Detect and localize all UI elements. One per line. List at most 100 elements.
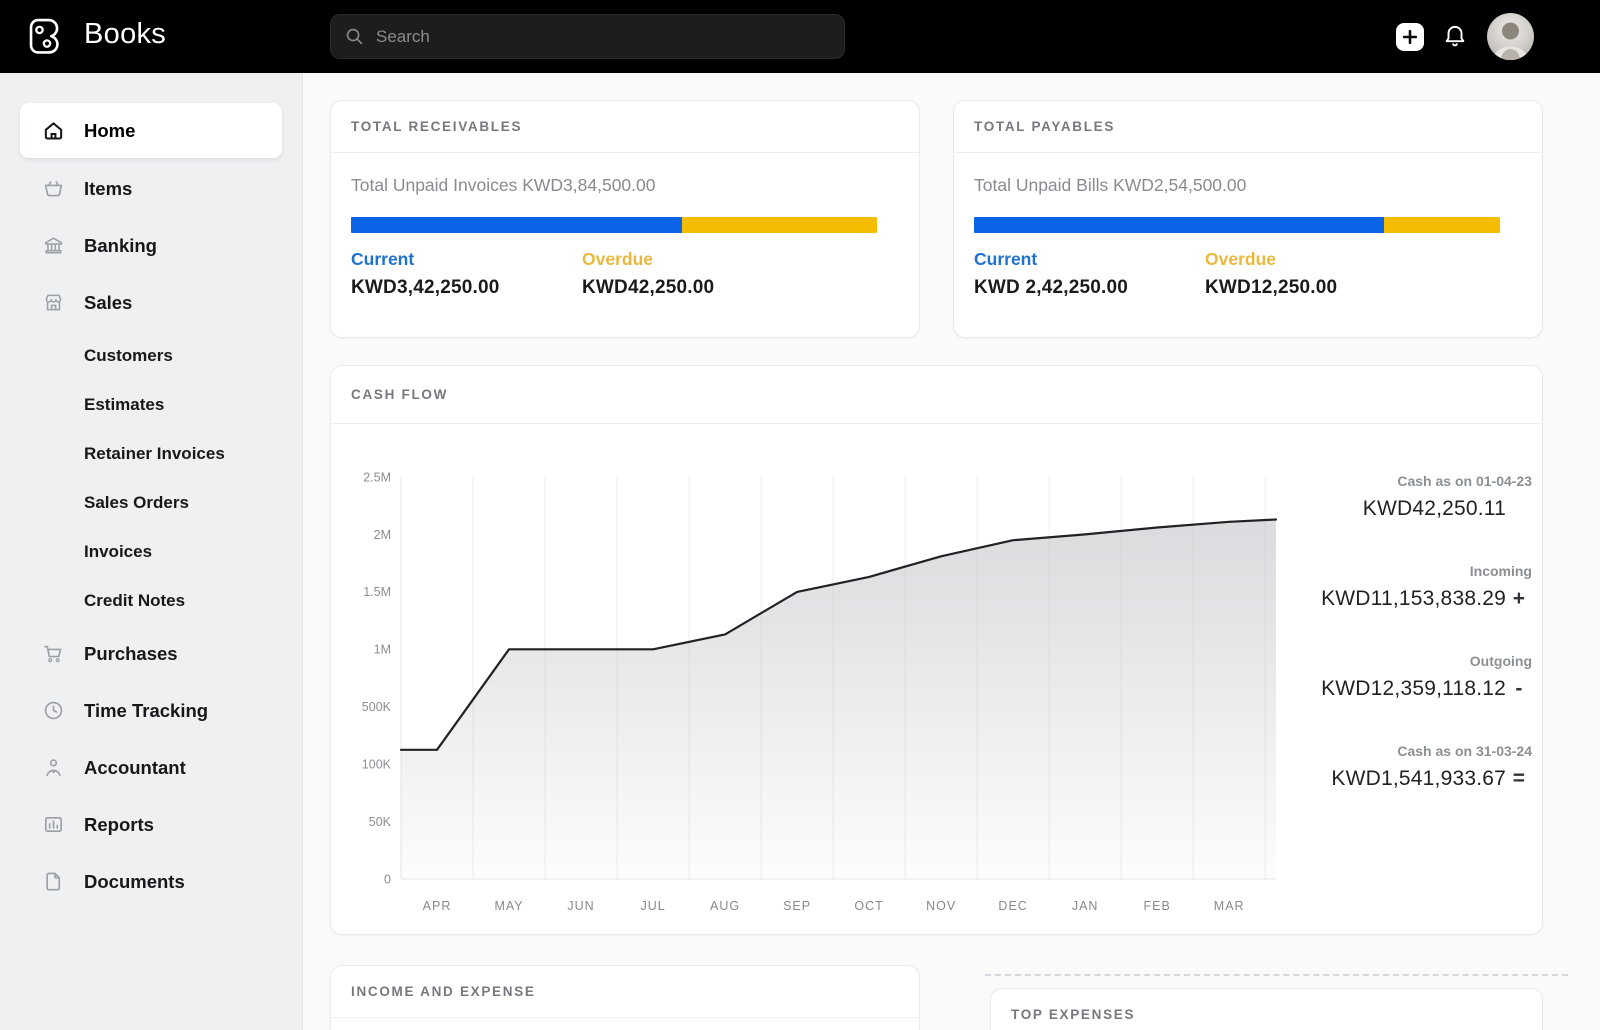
sidebar-item-items[interactable]: Items [0,160,302,217]
stat-value: KWD12,359,118.12- [1270,674,1532,704]
sidebar-item-home[interactable]: Home [20,103,282,158]
receivables-subtitle: Total Unpaid Invoices KWD3,84,500.00 [351,175,656,195]
doc-icon [42,870,65,893]
sidebar-item-label: Home [84,119,136,141]
sidebar-item-customers[interactable]: Customers [0,331,302,380]
payables-body: Total Unpaid Bills KWD2,54,500.00 Curren… [954,153,1542,299]
sidebar-item-label: Time Tracking [84,699,209,721]
sidebar-item-label: Banking [84,234,157,256]
current-value: KWD3,42,250.00 [351,277,500,298]
y-axis-tick-label: 2M [374,528,391,542]
x-axis-month-label: SEP [783,899,811,913]
sidebar-item-label: Estimates [84,394,165,414]
y-axis-tick-label: 1.5M [363,585,391,599]
sidebar-item-label: Reports [84,813,154,835]
stat-label: Outgoing [1469,653,1532,669]
stat-amount: KWD1,541,933.67 [1331,767,1506,790]
sidebar-item-label: Credit Notes [84,590,186,610]
receivables-body: Total Unpaid Invoices KWD3,84,500.00 Cur… [331,153,919,299]
x-axis-month-label: DEC [998,899,1027,913]
y-axis-tick-label: 500K [362,700,392,714]
sidebar-item-reports[interactable]: Reports [0,796,302,853]
payables-subtitle: Total Unpaid Bills KWD2,54,500.00 [974,175,1247,195]
x-axis-month-label: MAR [1214,899,1245,913]
sidebar-item-label: Invoices [84,541,153,561]
overdue-value: KWD42,250.00 [582,277,715,298]
x-axis-month-label: MAY [494,899,523,913]
x-axis-month-label: JUL [640,899,665,913]
stat-value: KWD11,153,838.29 + [1270,584,1532,614]
cash-flow-stat-outgoing: Outgoing KWD12,359,118.12- [1270,651,1532,704]
x-axis-month-label: AUG [710,899,740,913]
user-photo-icon [1493,22,1528,60]
stat-amount: KWD11,153,838.29 [1321,587,1506,610]
overdue-label: Overdue [1205,249,1276,269]
clock-icon [42,699,65,722]
stat-amount: KWD42,250.11 [1362,497,1506,520]
notifications-button[interactable] [1441,23,1469,51]
total-payables-card: TOTAL PAYABLES Total Unpaid Bills KWD2,5… [953,100,1543,338]
person-icon [42,756,65,779]
y-axis-tick-label: 0 [384,872,391,886]
quick-add-button[interactable] [1396,23,1424,51]
cash-flow-stat-cash-as-on-01-04-23: Cash as on 01-04-23 KWD42,250.11 [1270,471,1532,524]
current-label: Current [351,249,415,269]
sidebar-item-label: Documents [84,870,185,892]
top-expenses-card-title: TOP EXPENSES [991,989,1542,1030]
sidebar-item-accountant[interactable]: Accountant [0,739,302,796]
stat-value: KWD42,250.11 [1270,494,1532,524]
sidebar-nav: Home Items Banking Sales Customers Estimates R… [0,73,303,1030]
cash-flow-area [401,519,1276,879]
sidebar-item-invoices[interactable]: Invoices [0,527,302,576]
stat-operator: - [1515,677,1523,700]
overdue-value: KWD12,250.00 [1205,277,1338,298]
x-axis-month-label: APR [423,899,452,913]
sidebar-item-label: Accountant [84,756,186,778]
y-axis-tick-label: 100K [362,758,392,772]
receivables-progress-bar [351,217,877,233]
cash-flow-stats: Cash as on 01-04-23 KWD42,250.11 Incoming K… [1270,471,1532,831]
sidebar-item-time-tracking[interactable]: Time Tracking [0,682,302,739]
sidebar-item-label: Retainer Invoices [84,443,225,463]
income-expense-card: INCOME AND EXPENSE [330,965,920,1030]
search-input[interactable] [330,14,845,59]
receivables-card-title: TOTAL RECEIVABLES [331,101,919,153]
cash-flow-card: CASH FLOW 2.5M 2M 1.5M 1M 500K 100K 50K 0 APR MAY… [330,365,1543,935]
search-icon [346,28,363,45]
home-icon [42,119,65,142]
sidebar-item-documents[interactable]: Documents [0,853,302,910]
receivables-overdue-segment [682,217,877,233]
overdue-label: Overdue [582,249,653,269]
x-axis-month-label: JAN [1072,899,1099,913]
x-axis-month-label: JUN [567,899,594,913]
cash-flow-card-title: CASH FLOW [331,366,1542,424]
sidebar-item-purchases[interactable]: Purchases [0,625,302,682]
user-avatar[interactable] [1487,13,1534,60]
cash-flow-stat-cash-as-on-31-03-24: Cash as on 31-03-24 KWD1,541,933.67 = [1270,741,1532,794]
sidebar-item-retainer-invoices[interactable]: Retainer Invoices [0,429,302,478]
sidebar-item-sales[interactable]: Sales [0,274,302,331]
dashboard-main: TOTAL RECEIVABLES Total Unpaid Invoices … [303,73,1600,1030]
dashed-divider [985,974,1568,976]
stat-label: Cash as on 01-04-23 [1397,473,1532,489]
cash-flow-stat-incoming: Incoming KWD11,153,838.29 + [1270,561,1532,614]
stat-label: Cash as on 31-03-24 [1397,743,1532,759]
app-title: Books [84,18,167,50]
sidebar-item-label: Purchases [84,642,178,664]
stat-value: KWD1,541,933.67 = [1270,764,1532,794]
sidebar-item-banking[interactable]: Banking [0,217,302,274]
store-icon [42,291,65,314]
payables-current-segment [974,217,1385,233]
sidebar-item-sales-orders[interactable]: Sales Orders [0,478,302,527]
sidebar-item-credit-notes[interactable]: Credit Notes [0,576,302,625]
stat-amount: KWD12,359,118.12 [1321,677,1506,700]
sidebar-item-estimates[interactable]: Estimates [0,380,302,429]
receivables-overdue: Overdue KWD42,250.00 [582,249,813,299]
basket-icon [42,177,65,200]
y-axis-tick-label: 50K [369,815,392,829]
sidebar-item-label: Sales Orders [84,492,189,512]
y-axis-tick-label: 1M [374,643,391,657]
current-label: Current [974,249,1038,269]
payables-progress-bar [974,217,1500,233]
top-bar: Books [0,0,1600,73]
